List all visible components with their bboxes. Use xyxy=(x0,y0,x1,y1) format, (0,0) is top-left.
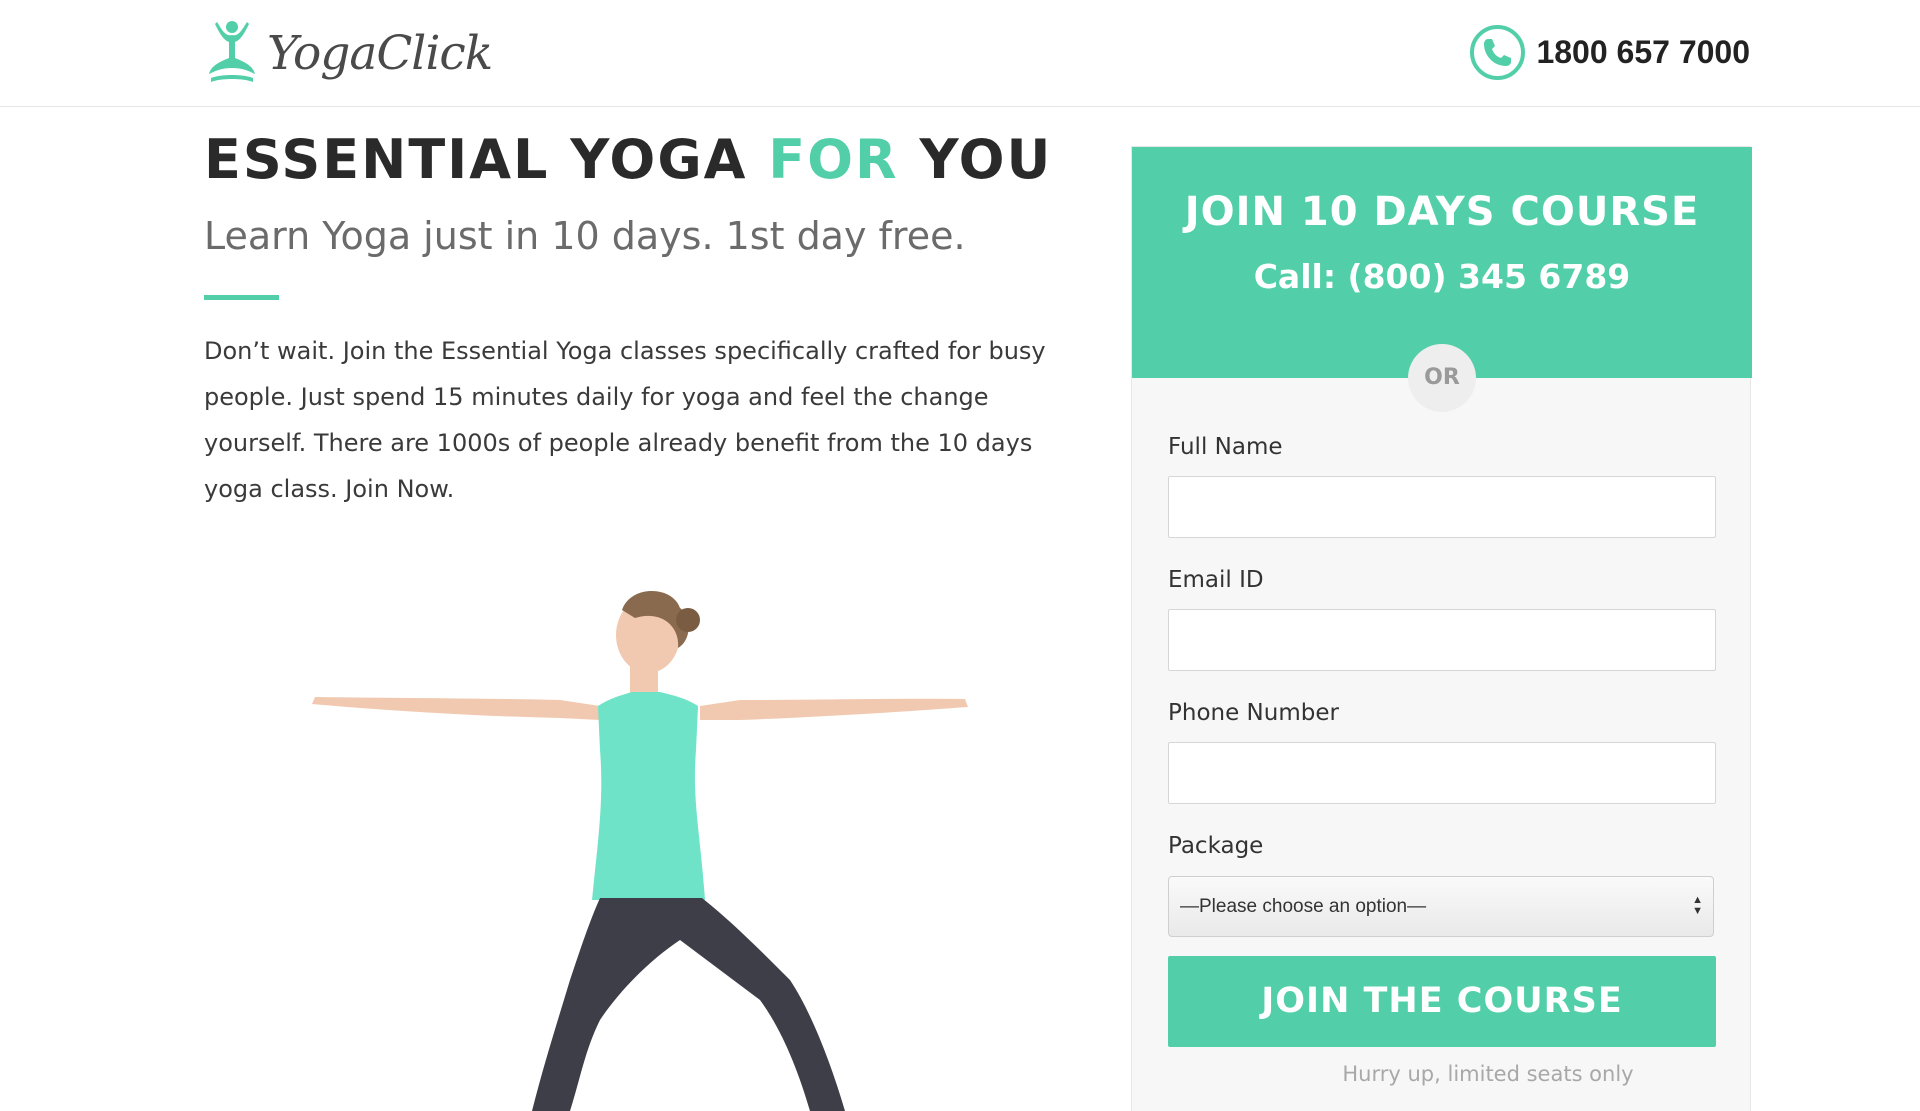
phone-number-input[interactable] xyxy=(1168,742,1716,804)
headline-accent: FOR xyxy=(768,128,899,191)
phone-number-label: Phone Number xyxy=(1168,700,1339,726)
or-badge: OR xyxy=(1408,344,1476,412)
phone-icon xyxy=(1470,25,1526,80)
join-course-button[interactable]: JOIN THE COURSE xyxy=(1168,956,1716,1047)
email-label: Email ID xyxy=(1168,567,1264,593)
limited-seats-note: Hurry up, limited seats only xyxy=(1342,1062,1634,1086)
full-name-input[interactable] xyxy=(1168,476,1716,538)
logo[interactable]: YogaClick xyxy=(205,18,493,88)
headline-part1: ESSENTIAL YOGA xyxy=(204,128,769,191)
intro-paragraph: Don’t wait. Join the Essential Yoga clas… xyxy=(204,337,1046,503)
yoga-pose-image xyxy=(312,590,968,1111)
phone-number[interactable]: 1800 657 7000 xyxy=(1536,34,1750,71)
subheadline: Learn Yoga just in 10 days. 1st day free… xyxy=(204,214,966,258)
panel-title: JOIN 10 DAYS COURSE xyxy=(1184,189,1700,235)
logo-text: YogaClick xyxy=(267,25,493,81)
package-label: Package xyxy=(1168,833,1264,859)
select-arrows-icon: ▲ ▼ xyxy=(1692,894,1703,917)
site-header: YogaClick 1800 657 7000 xyxy=(0,0,1920,107)
yoga-meditation-icon xyxy=(209,21,255,82)
accent-divider xyxy=(204,295,279,300)
panel-call-line[interactable]: Call: (800) 345 6789 xyxy=(1132,257,1752,296)
email-input[interactable] xyxy=(1168,609,1716,671)
headline-part2: YOU xyxy=(898,128,1053,191)
signup-panel: JOIN 10 DAYS COURSE Call: (800) 345 6789… xyxy=(1131,146,1752,1111)
full-name-label: Full Name xyxy=(1168,434,1283,460)
header-phone[interactable]: 1800 657 7000 xyxy=(1469,24,1750,81)
package-select[interactable]: —Please choose an option— ▲ ▼ xyxy=(1168,876,1714,937)
package-selected-value: —Please choose an option— xyxy=(1180,895,1427,917)
page-headline: ESSENTIAL YOGA FOR YOU xyxy=(204,128,1052,191)
